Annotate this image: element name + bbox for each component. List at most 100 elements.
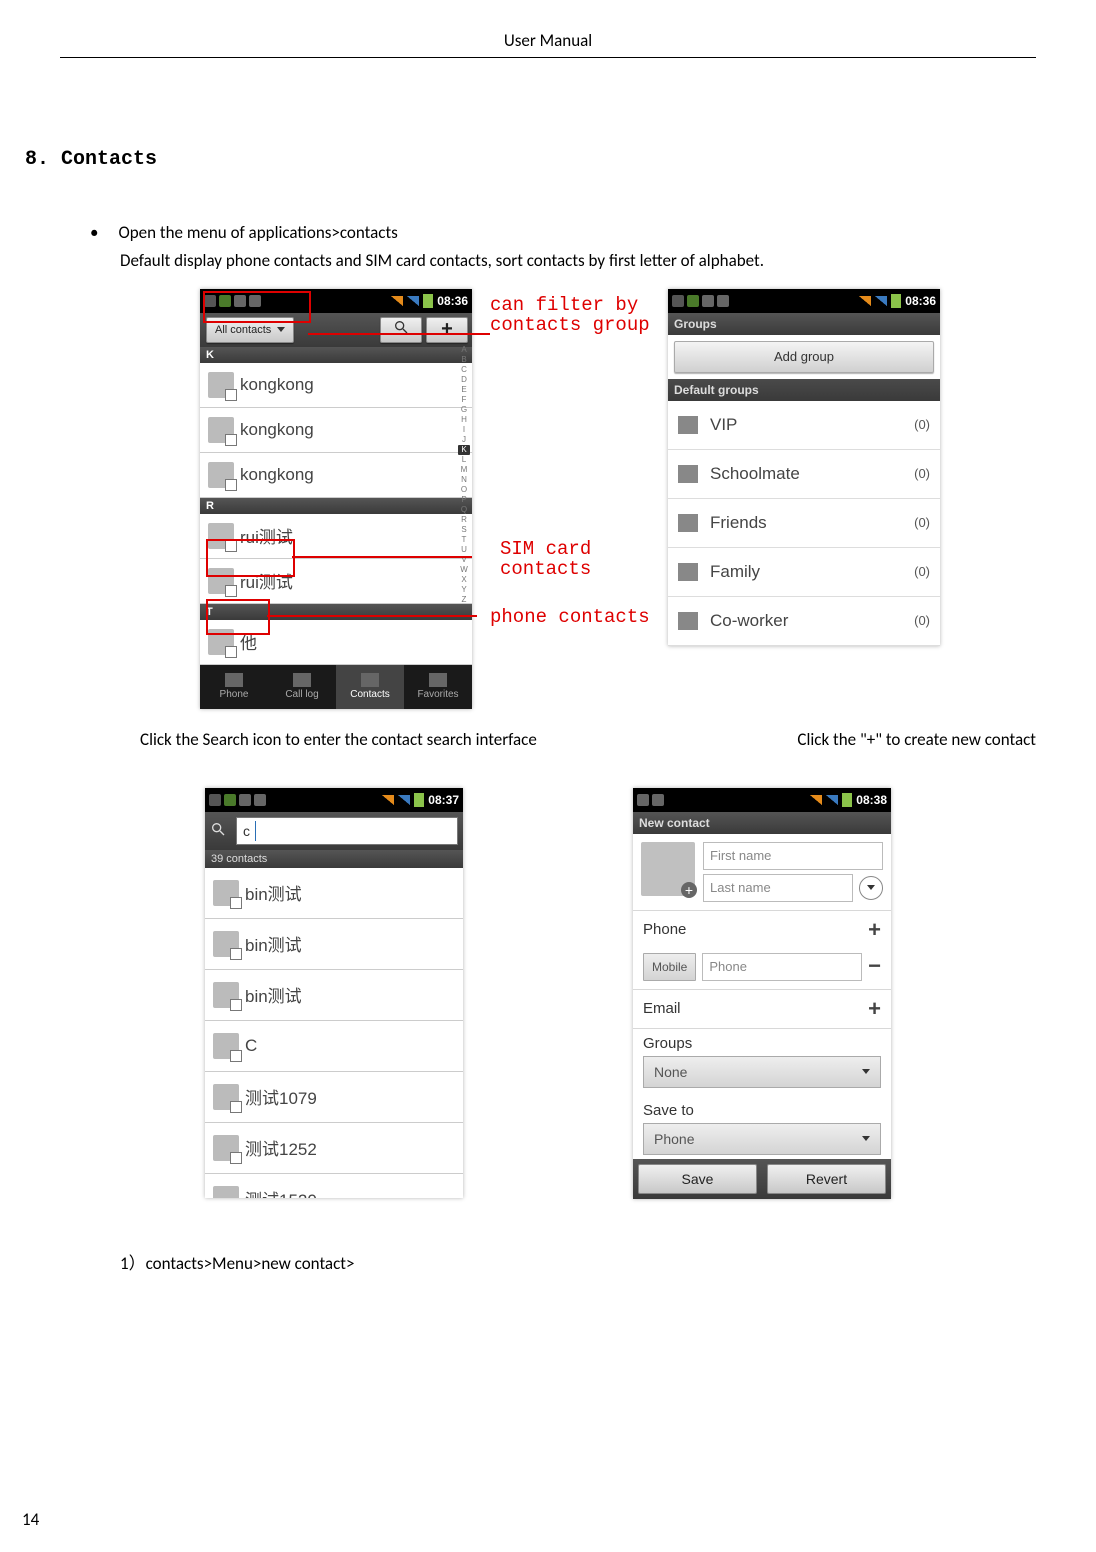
- groups-dropdown[interactable]: None: [643, 1056, 881, 1088]
- annotation-phone: phone contacts: [490, 607, 650, 628]
- contact-row[interactable]: kongkong: [200, 453, 472, 498]
- annotation-line: [292, 556, 472, 558]
- avatar-icon: [208, 417, 234, 443]
- avatar-icon: [213, 880, 239, 906]
- status-bar: 08:37: [205, 788, 463, 812]
- tab-call-log[interactable]: Call log: [268, 665, 336, 709]
- group-row[interactable]: VIP(0): [668, 401, 940, 450]
- avatar-icon: [213, 1084, 239, 1110]
- last-name-input[interactable]: Last name: [703, 874, 853, 902]
- search-result-row[interactable]: bin测试: [205, 970, 463, 1021]
- add-email-button[interactable]: +: [868, 996, 881, 1022]
- group-row[interactable]: Family(0): [668, 548, 940, 597]
- status-icon: [637, 794, 649, 806]
- contact-row[interactable]: kongkong: [200, 363, 472, 408]
- tab-icon: [429, 673, 447, 687]
- search-result-row[interactable]: 测试1252: [205, 1123, 463, 1174]
- tab-label: Contacts: [350, 689, 389, 700]
- plus-icon: +: [441, 318, 453, 341]
- saveto-dropdown[interactable]: Phone: [643, 1123, 881, 1155]
- contact-name: kongkong: [240, 420, 314, 440]
- remove-phone-button[interactable]: −: [868, 953, 881, 981]
- chevron-down-icon: [277, 327, 285, 332]
- tab-icon: [361, 673, 379, 687]
- group-icon: [678, 612, 698, 630]
- add-group-button[interactable]: Add group: [674, 341, 934, 373]
- clock: 08:37: [428, 793, 459, 807]
- avatar-icon: [213, 1033, 239, 1059]
- screenshot-contacts: 08:36 All contacts + Kkongk: [200, 289, 472, 709]
- tab-label: Call log: [285, 689, 318, 700]
- avatar-icon: [213, 1186, 239, 1198]
- search-button[interactable]: [380, 317, 422, 343]
- groups-header: Groups: [668, 313, 940, 335]
- phone-type-selector[interactable]: Mobile: [643, 953, 696, 981]
- section-header: K: [200, 347, 472, 363]
- phone-section: Phone+: [633, 911, 891, 949]
- search-bar: c: [205, 812, 463, 850]
- search-input[interactable]: c: [236, 817, 458, 845]
- phone-input[interactable]: Phone: [702, 953, 862, 981]
- new-contact-header: New contact: [633, 812, 891, 834]
- tab-phone[interactable]: Phone: [200, 665, 268, 709]
- search-result-row[interactable]: bin测试: [205, 919, 463, 970]
- search-result-row[interactable]: 测试1079: [205, 1072, 463, 1123]
- search-result-row[interactable]: 测试1520: [205, 1174, 463, 1198]
- bottom-buttons: Save Revert: [633, 1159, 891, 1199]
- result-name: C: [245, 1036, 257, 1056]
- email-section: Email+: [633, 990, 891, 1029]
- default-groups-header: Default groups: [668, 379, 940, 401]
- toolbar: All contacts +: [200, 313, 472, 347]
- annotation-box: [203, 291, 311, 323]
- chevron-down-icon: [862, 1136, 870, 1141]
- revert-button[interactable]: Revert: [767, 1164, 886, 1194]
- chevron-down-icon: [862, 1069, 870, 1074]
- avatar-icon: [213, 982, 239, 1008]
- result-name: bin测试: [245, 982, 302, 1007]
- search-result-row[interactable]: bin测试: [205, 868, 463, 919]
- step-1: 1）contacts>Menu>new contact>: [120, 1249, 1036, 1274]
- expand-name-button[interactable]: [859, 876, 883, 900]
- screenshot-new-contact: 08:38 New contact First name Last name P…: [633, 788, 891, 1199]
- signal-icon: [810, 795, 822, 805]
- status-icon: [652, 794, 664, 806]
- page: User Manual 8. Contacts • Open the menu …: [0, 0, 1096, 1552]
- tab-contacts[interactable]: Contacts: [336, 665, 404, 709]
- group-row[interactable]: Friends(0): [668, 499, 940, 548]
- tab-label: Favorites: [417, 689, 458, 700]
- group-row[interactable]: Schoolmate(0): [668, 450, 940, 499]
- status-icon: [254, 794, 266, 806]
- search-result-row[interactable]: C: [205, 1021, 463, 1072]
- annotation-filter: can filter by contacts group: [490, 295, 650, 337]
- add-contact-button[interactable]: +: [426, 317, 468, 343]
- signal-icon: [407, 296, 419, 306]
- group-count: (0): [914, 466, 930, 481]
- captions-row: Click the Search icon to enter the conta…: [60, 729, 1036, 750]
- contact-row[interactable]: kongkong: [200, 408, 472, 453]
- save-button[interactable]: Save: [638, 1164, 757, 1194]
- caption-left: Click the Search icon to enter the conta…: [140, 729, 537, 750]
- tab-favorites[interactable]: Favorites: [404, 665, 472, 709]
- bullet-text-1: Open the menu of applications>contacts: [118, 221, 397, 245]
- results-count: 39 contacts: [205, 850, 463, 868]
- add-phone-button[interactable]: +: [868, 917, 881, 943]
- group-row[interactable]: Co-worker(0): [668, 597, 940, 646]
- group-count: (0): [914, 417, 930, 432]
- clock: 08:36: [437, 294, 468, 308]
- avatar-icon: [208, 462, 234, 488]
- group-name: Friends: [710, 513, 767, 533]
- group-icon: [678, 465, 698, 483]
- screenshot-search: 08:37 c 39 contacts bin测试bin测试bin测试C测试10…: [205, 788, 463, 1198]
- status-icon: [687, 295, 699, 307]
- annotation-box: [206, 599, 270, 635]
- saveto-section-label: Save to: [633, 1096, 891, 1119]
- status-bar: 08:36: [668, 289, 940, 313]
- section-header: R: [200, 498, 472, 514]
- signal-icon: [382, 795, 394, 805]
- contact-avatar[interactable]: [641, 842, 695, 896]
- battery-icon: [414, 793, 424, 807]
- first-name-input[interactable]: First name: [703, 842, 883, 870]
- alphabet-index[interactable]: ABCDEFGHIJKLMNOPQRSTUVWXYZ: [458, 345, 470, 605]
- groups-section-label: Groups: [633, 1029, 891, 1052]
- bullet-text-2: Default display phone contacts and SIM c…: [120, 249, 1036, 273]
